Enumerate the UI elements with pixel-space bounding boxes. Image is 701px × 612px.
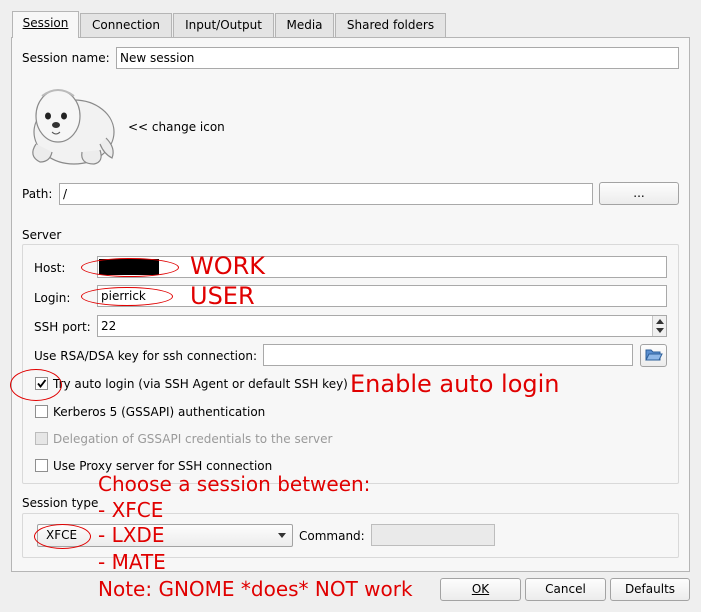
command-input <box>371 524 495 546</box>
tab-media-label: Media <box>286 18 323 32</box>
annotation-ellipse-host <box>81 258 179 277</box>
ok-button[interactable]: OK <box>440 578 521 601</box>
session-type-group-label: Session type <box>22 496 99 510</box>
tab-connection[interactable]: Connection <box>80 13 172 37</box>
tab-session[interactable]: Session <box>12 11 79 38</box>
tab-connection-label: Connection <box>92 18 160 32</box>
browse-key-button[interactable] <box>640 344 667 367</box>
tab-shared-folders[interactable]: Shared folders <box>335 13 446 37</box>
rsa-key-label: Use RSA/DSA key for ssh connection: <box>34 349 257 363</box>
tab-media[interactable]: Media <box>275 13 334 37</box>
annotation-note: Note: GNOME *does* NOT work <box>98 577 413 601</box>
browse-path-button[interactable]: ... <box>599 182 679 205</box>
kerberos-checkbox[interactable] <box>35 405 48 418</box>
annotation-choose: Choose a session between: <box>98 472 371 496</box>
annotation-work: WORK <box>190 252 266 280</box>
spin-buttons[interactable] <box>652 316 666 336</box>
annotation-ellipse-xfce <box>34 524 91 549</box>
tab-input-output-label: Input/Output <box>185 18 262 32</box>
proxy-label: Use Proxy server for SSH connection <box>53 459 273 473</box>
path-input[interactable]: / <box>59 183 593 205</box>
cancel-button[interactable]: Cancel <box>525 578 606 601</box>
cancel-button-label: Cancel <box>545 582 586 596</box>
tab-session-label: Session <box>22 16 69 30</box>
annotation-auto-login: Enable auto login <box>350 370 560 398</box>
host-label: Host: <box>34 261 66 275</box>
spin-up-icon[interactable] <box>656 319 664 324</box>
tab-shared-folders-label: Shared folders <box>346 18 435 32</box>
change-icon-link[interactable]: << change icon <box>128 120 225 134</box>
annotation-ellipse-auto-login <box>10 369 62 401</box>
session-name-label: Session name: <box>22 51 110 65</box>
session-name-input[interactable]: New session <box>116 47 679 69</box>
defaults-button[interactable]: Defaults <box>610 578 690 601</box>
dropdown-arrow-icon <box>278 533 286 538</box>
seal-icon[interactable] <box>22 82 118 168</box>
annotation-xfce: - XFCE <box>98 498 164 522</box>
rsa-key-input[interactable] <box>263 344 633 366</box>
annotation-user: USER <box>190 282 255 310</box>
host-input[interactable] <box>97 256 667 278</box>
annotation-mate: - MATE <box>98 550 166 574</box>
tab-input-output[interactable]: Input/Output <box>173 13 274 37</box>
server-group-label: Server <box>22 228 62 242</box>
ok-button-label: OK <box>471 582 490 596</box>
command-label: Command: <box>299 529 365 543</box>
ssh-port-spinbox[interactable]: 22 <box>97 315 667 337</box>
annotation-ellipse-login <box>81 287 173 306</box>
kerberos-label: Kerberos 5 (GSSAPI) authentication <box>53 405 266 419</box>
proxy-checkbox[interactable] <box>35 459 48 472</box>
auto-login-label: Try auto login (via SSH Agent or default… <box>53 377 348 391</box>
ssh-port-label: SSH port: <box>34 320 91 334</box>
annotation-lxde: - LXDE <box>98 523 165 547</box>
spin-down-icon[interactable] <box>656 328 664 333</box>
login-label: Login: <box>34 291 71 305</box>
defaults-button-label: Defaults <box>624 582 676 596</box>
delegation-label: Delegation of GSSAPI credentials to the … <box>53 432 333 446</box>
path-label: Path: <box>22 187 53 201</box>
delegation-checkbox <box>35 432 48 445</box>
folder-open-icon <box>645 349 663 361</box>
login-input[interactable]: pierrick <box>97 285 667 307</box>
